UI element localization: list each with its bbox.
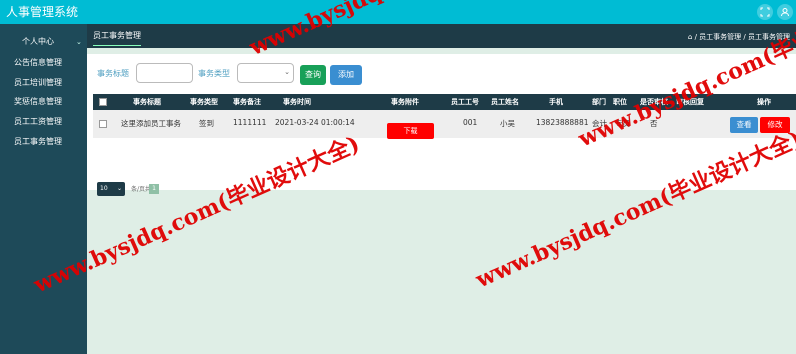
top-bar: 人事管理系统 <box>0 0 796 24</box>
th-time[interactable]: 事务时间 <box>283 94 311 110</box>
sidebar-item-label: 员工培训管理 <box>14 78 62 87</box>
table-row: 这里添加员工事务 签到 1111111 2021-03-24 01:00:14 … <box>93 110 796 139</box>
select-all-checkbox[interactable] <box>99 98 107 106</box>
th-dept[interactable]: 部门 <box>592 94 606 110</box>
cell-type: 签到 <box>199 119 214 128</box>
chevron-down-icon: ⌄ <box>116 185 122 192</box>
sidebar-item-label: 员工工资管理 <box>14 117 62 126</box>
user-icon[interactable] <box>777 4 793 20</box>
th-attachment: 事务附件 <box>391 98 419 106</box>
sidebar-item-notice[interactable]: 公告信息管理 <box>0 53 87 73</box>
content-header: 员工事务管理 ⌂ / 员工事务管理 / 员工事务管理 <box>87 24 796 48</box>
chevron-down-icon: ⌄ <box>76 38 82 46</box>
sidebar-item-label: 奖惩信息管理 <box>14 97 62 106</box>
sidebar-item-label: 员工事务管理 <box>14 137 62 146</box>
type-filter-select[interactable]: ⌄ <box>237 63 294 83</box>
sidebar-item-salary[interactable]: 员工工资管理 <box>0 112 87 132</box>
cell-emp-name: 小吴 <box>500 119 515 128</box>
sidebar-item-affairs[interactable]: 员工事务管理 <box>0 132 87 152</box>
cell-emp-no: 001 <box>463 118 478 127</box>
page-title: 员工事务管理 <box>93 30 141 46</box>
chevron-down-icon: ⌄ <box>284 68 290 76</box>
add-button[interactable]: 添加 <box>330 65 362 85</box>
query-button[interactable]: 查询 <box>300 65 326 85</box>
sidebar-item-personal-center[interactable]: 个人中心 ⌄ <box>0 32 87 52</box>
th-phone[interactable]: 手机 <box>549 94 563 110</box>
home-icon[interactable]: ⌂ <box>688 33 692 41</box>
th-actions: 操作 <box>757 98 771 106</box>
app-title: 人事管理系统 <box>6 5 79 19</box>
th-emp-name[interactable]: 员工姓名 <box>491 94 519 110</box>
title-filter-label: 事务标题 <box>97 69 129 78</box>
cell-note: 1111111 <box>233 118 267 127</box>
th-title[interactable]: 事务标题 <box>133 94 161 110</box>
th-emp-no[interactable]: 员工工号 <box>451 94 479 110</box>
row-checkbox[interactable] <box>99 120 107 128</box>
cell-time: 2021-03-24 01:00:14 <box>275 118 355 127</box>
fullscreen-icon[interactable] <box>757 4 773 20</box>
cell-title: 这里添加员工事务 <box>121 119 181 128</box>
sidebar-item-rewards[interactable]: 奖惩信息管理 <box>0 92 87 112</box>
download-button[interactable]: 下载 <box>387 123 434 139</box>
page-number[interactable]: 1 <box>149 184 159 194</box>
sidebar-item-label: 个人中心 <box>22 37 54 46</box>
sidebar-item-label: 公告信息管理 <box>14 58 62 67</box>
app-window: 人事管理系统 个人中心 ⌄ 公告信息管理 员工培训管理 奖惩信息管理 员工工资管… <box>0 0 796 354</box>
page-size-select[interactable]: 10 ⌄ <box>97 182 125 196</box>
title-filter-input[interactable] <box>136 63 193 83</box>
view-button[interactable]: 查看 <box>730 117 758 133</box>
th-type[interactable]: 事务类型 <box>190 94 218 110</box>
type-filter-label: 事务类型 <box>198 69 230 78</box>
th-note[interactable]: 事务备注 <box>233 94 261 110</box>
sidebar: 个人中心 ⌄ 公告信息管理 员工培训管理 奖惩信息管理 员工工资管理 员工事务管… <box>0 24 87 354</box>
sidebar-item-training[interactable]: 员工培训管理 <box>0 73 87 93</box>
